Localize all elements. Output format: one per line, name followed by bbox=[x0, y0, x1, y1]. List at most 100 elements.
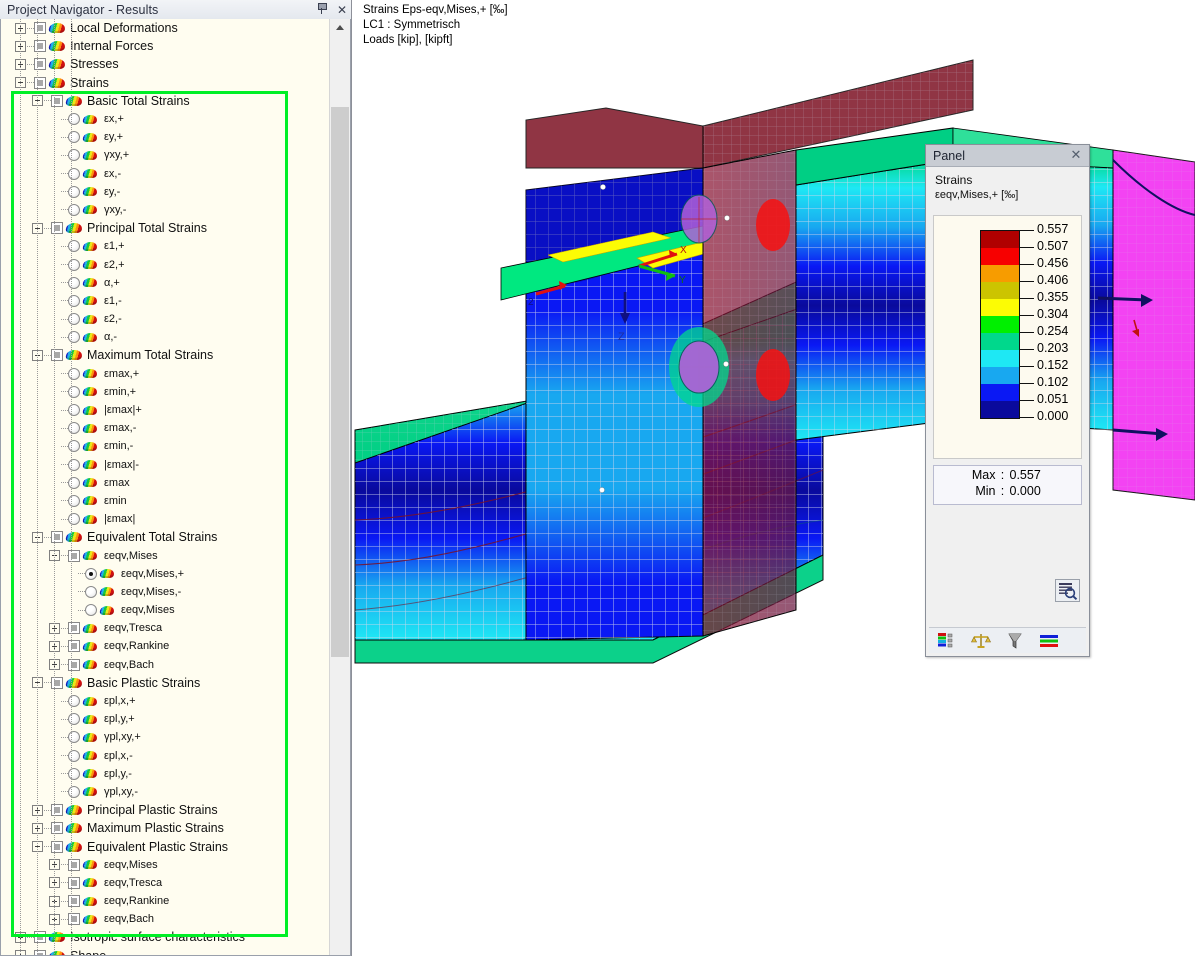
tree-item-eps-min-plus[interactable]: εmin,+ bbox=[1, 383, 328, 401]
tree-vertical-scrollbar[interactable] bbox=[329, 19, 350, 955]
radio-button[interactable] bbox=[68, 331, 80, 343]
group-checkbox[interactable] bbox=[68, 550, 80, 562]
tree-item-eqv-bach-plastic[interactable]: εeqv,Bach bbox=[1, 910, 328, 928]
tree-item-eqv-mises-plastic[interactable]: εeqv,Mises bbox=[1, 856, 328, 874]
radio-button[interactable] bbox=[68, 149, 80, 161]
tree-item-eqv-mises[interactable]: εeqv,Mises bbox=[1, 601, 328, 619]
group-checkbox[interactable] bbox=[51, 841, 63, 853]
tree-item-eps-ply-minus[interactable]: εpl,y,- bbox=[1, 765, 328, 783]
radio-button[interactable] bbox=[68, 131, 80, 143]
tree-item-abs-eps-max-plus[interactable]: |εmax|+ bbox=[1, 401, 328, 419]
tree-item-eqv-tresca-plastic[interactable]: εeqv,Tresca bbox=[1, 874, 328, 892]
group-checkbox[interactable] bbox=[68, 895, 80, 907]
radio-button[interactable] bbox=[68, 186, 80, 198]
close-icon[interactable]: ✕ bbox=[1069, 148, 1083, 162]
radio-button[interactable] bbox=[68, 204, 80, 216]
panel-tab-strip[interactable] bbox=[929, 627, 1086, 653]
group-checkbox[interactable] bbox=[51, 677, 63, 689]
tree-item-eps-min-minus[interactable]: εmin,- bbox=[1, 437, 328, 455]
radio-button[interactable] bbox=[68, 459, 80, 471]
tree-item-eps-y-plus[interactable]: εy,+ bbox=[1, 128, 328, 146]
tree-item-eps-plx-plus[interactable]: εpl,x,+ bbox=[1, 692, 328, 710]
group-checkbox[interactable] bbox=[68, 640, 80, 652]
scrollbar-thumb[interactable] bbox=[331, 107, 349, 657]
tree-item-alpha-plus[interactable]: α,+ bbox=[1, 274, 328, 292]
radio-button[interactable] bbox=[68, 295, 80, 307]
radio-button[interactable] bbox=[68, 240, 80, 252]
radio-button[interactable] bbox=[68, 477, 80, 489]
radio-button[interactable] bbox=[68, 750, 80, 762]
tree-item-eps2-plus[interactable]: ε2,+ bbox=[1, 255, 328, 273]
group-checkbox[interactable] bbox=[34, 77, 46, 89]
tree-item-maximum-total-strains[interactable]: Maximum Total Strains bbox=[1, 346, 328, 364]
tree-item-eps-max[interactable]: εmax bbox=[1, 474, 328, 492]
group-checkbox[interactable] bbox=[68, 877, 80, 889]
tree-item-principal-plastic-strains[interactable]: Principal Plastic Strains bbox=[1, 801, 328, 819]
tree-item-eps2-minus[interactable]: ε2,- bbox=[1, 310, 328, 328]
tree-item-abs-eps-max[interactable]: |εmax| bbox=[1, 510, 328, 528]
tree-item-eps-max-plus[interactable]: εmax,+ bbox=[1, 365, 328, 383]
radio-selected[interactable] bbox=[85, 568, 97, 580]
tree-item-eps-plx-minus[interactable]: εpl,x,- bbox=[1, 747, 328, 765]
group-checkbox[interactable] bbox=[51, 531, 63, 543]
radio-button[interactable] bbox=[68, 731, 80, 743]
tree-item-gamma-xy-minus[interactable]: γxy,- bbox=[1, 201, 328, 219]
scroll-up-button[interactable] bbox=[330, 19, 350, 36]
tree-item-eps-min[interactable]: εmin bbox=[1, 492, 328, 510]
radio-button[interactable] bbox=[68, 313, 80, 325]
color-bars-icon[interactable] bbox=[1039, 632, 1059, 650]
group-checkbox[interactable] bbox=[68, 913, 80, 925]
zoom-list-icon[interactable] bbox=[1055, 579, 1080, 602]
color-legend[interactable]: 0.5570.5070.4560.4060.3550.3040.2540.203… bbox=[933, 215, 1082, 459]
group-checkbox[interactable] bbox=[34, 22, 46, 34]
tree-item-maximum-plastic-strains[interactable]: Maximum Plastic Strains bbox=[1, 819, 328, 837]
tree-item-abs-eps-max-minus[interactable]: |εmax|- bbox=[1, 456, 328, 474]
tree-item-eps1-plus[interactable]: ε1,+ bbox=[1, 237, 328, 255]
radio-button[interactable] bbox=[68, 786, 80, 798]
tree-item-shape[interactable]: Shape bbox=[1, 947, 328, 955]
group-checkbox[interactable] bbox=[34, 58, 46, 70]
tree-item-local-deformations[interactable]: Local Deformations bbox=[1, 19, 328, 37]
tree-item-eqv-rankine-plastic[interactable]: εeqv,Rankine bbox=[1, 892, 328, 910]
radio-button[interactable] bbox=[68, 513, 80, 525]
radio-button[interactable] bbox=[68, 495, 80, 507]
panel-title-bar[interactable]: Panel ✕ bbox=[926, 145, 1089, 167]
radio-button[interactable] bbox=[68, 386, 80, 398]
group-checkbox[interactable] bbox=[68, 859, 80, 871]
tree-item-eqv-mises-plus[interactable]: εeqv,Mises,+ bbox=[1, 565, 328, 583]
radio-button[interactable] bbox=[68, 422, 80, 434]
tree-item-strains[interactable]: Strains bbox=[1, 74, 328, 92]
tree-item-eps-max-minus[interactable]: εmax,- bbox=[1, 419, 328, 437]
group-checkbox[interactable] bbox=[34, 931, 46, 943]
tree-item-principal-total-strains[interactable]: Principal Total Strains bbox=[1, 219, 328, 237]
tree-item-internal-forces[interactable]: Internal Forces bbox=[1, 37, 328, 55]
radio-button[interactable] bbox=[68, 440, 80, 452]
radio-button[interactable] bbox=[68, 168, 80, 180]
tree-item-eps1-minus[interactable]: ε1,- bbox=[1, 292, 328, 310]
tree-item-eps-y-minus[interactable]: εy,- bbox=[1, 183, 328, 201]
tree-item-alpha-minus[interactable]: α,- bbox=[1, 328, 328, 346]
tree-item-eqv-rankine-total[interactable]: εeqv,Rankine bbox=[1, 637, 328, 655]
group-checkbox[interactable] bbox=[68, 622, 80, 634]
tree-item-stresses[interactable]: Stresses bbox=[1, 55, 328, 73]
radio-button[interactable] bbox=[68, 368, 80, 380]
results-panel-window[interactable]: Panel ✕ Strains εeqv,Mises,+ [‰] 0.5570.… bbox=[925, 144, 1090, 657]
tree-item-gamma-xy-plus[interactable]: γxy,+ bbox=[1, 146, 328, 164]
radio-button[interactable] bbox=[85, 586, 97, 598]
radio-button[interactable] bbox=[68, 404, 80, 416]
radio-button[interactable] bbox=[85, 604, 97, 616]
group-checkbox[interactable] bbox=[51, 822, 63, 834]
tree-scroll-area[interactable]: Local DeformationsInternal ForcesStresse… bbox=[1, 19, 328, 955]
tree-item-equivalent-plastic-strains[interactable]: Equivalent Plastic Strains bbox=[1, 837, 328, 855]
tree-item-eps-x-minus[interactable]: εx,- bbox=[1, 165, 328, 183]
tree-item-eqv-mises-minus[interactable]: εeqv,Mises,- bbox=[1, 583, 328, 601]
close-icon[interactable]: ✕ bbox=[337, 4, 347, 16]
radio-button[interactable] bbox=[68, 768, 80, 780]
tree-item-eps-ply-plus[interactable]: εpl,y,+ bbox=[1, 710, 328, 728]
scales-balance-icon[interactable] bbox=[971, 632, 991, 650]
tree-item-eqv-bach-total[interactable]: εeqv,Bach bbox=[1, 656, 328, 674]
tree-item-gamma-plxy-minus[interactable]: γpl,xy,- bbox=[1, 783, 328, 801]
color-scale-icon[interactable] bbox=[937, 632, 957, 650]
group-checkbox[interactable] bbox=[34, 950, 46, 955]
radio-button[interactable] bbox=[68, 113, 80, 125]
